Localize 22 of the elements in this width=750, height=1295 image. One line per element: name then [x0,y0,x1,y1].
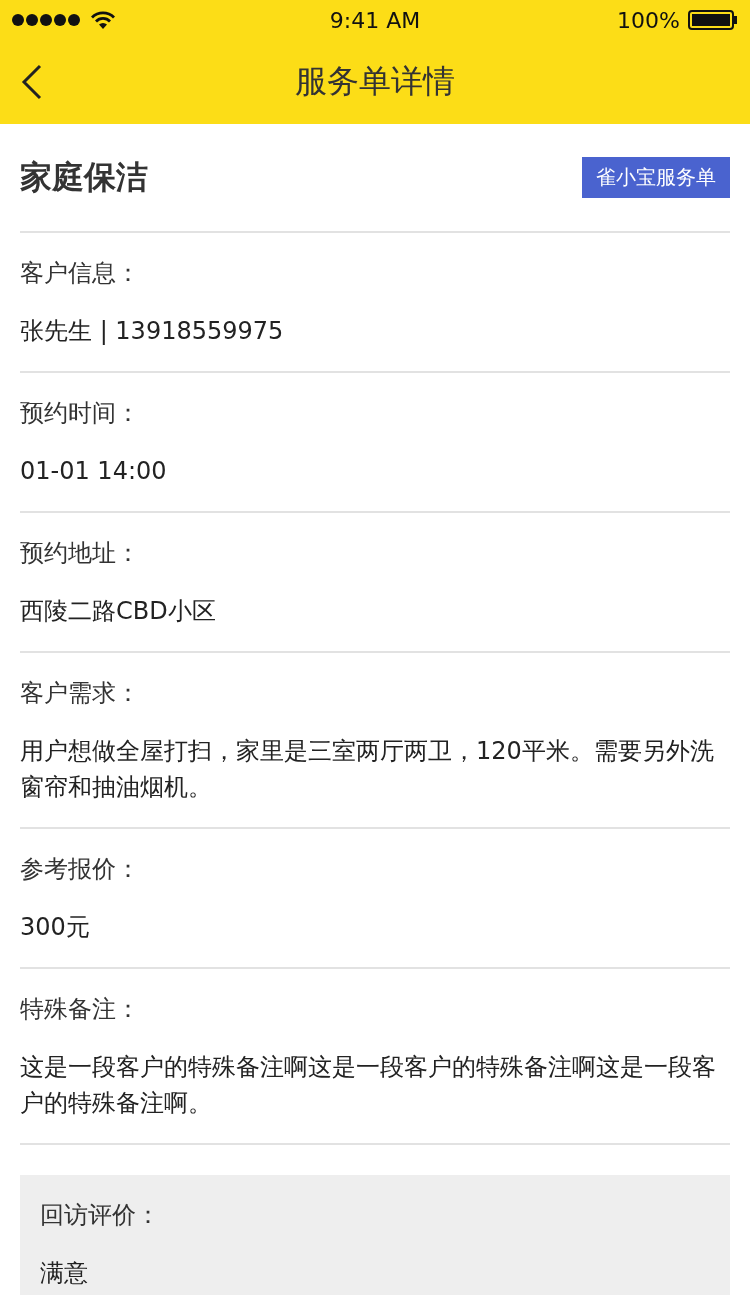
battery-icon [688,10,738,30]
field-value: 张先生 | 13918559975 [20,316,285,347]
field-value: 这是一段客户的特殊备注啊这是一段客户的特殊备注啊这是一段客户的特殊备注啊。 [20,1052,717,1119]
field-value: 01-01 14:00 [20,456,168,487]
field-value: 300元 [20,912,91,943]
order-tag: 雀小宝服务单 [582,157,730,198]
battery-percent: 100% [617,7,680,33]
field-value: 用户想做全屋打扫，家里是三室两厅两卫，120平米。需要另外洗窗帘和抽油烟机。 [20,736,715,803]
field-label: 预约地址： [20,538,141,569]
field-label: 预约时间： [20,398,141,429]
field-label: 客户需求： [20,678,141,709]
wifi-icon [90,11,116,29]
field-value: 满意 [40,1258,89,1289]
field-value: 西陵二路CBD小区 [20,596,217,627]
field-label: 客户信息： [20,258,141,289]
service-title: 家庭保洁 [20,156,148,198]
status-time: 9:41 AM [329,7,421,33]
signal-icon [12,14,82,26]
field-label: 参考报价： [20,854,141,885]
page-title: 服务单详情 [295,61,455,102]
field-label: 特殊备注： [20,994,141,1025]
field-label: 回访评价： [40,1200,161,1231]
